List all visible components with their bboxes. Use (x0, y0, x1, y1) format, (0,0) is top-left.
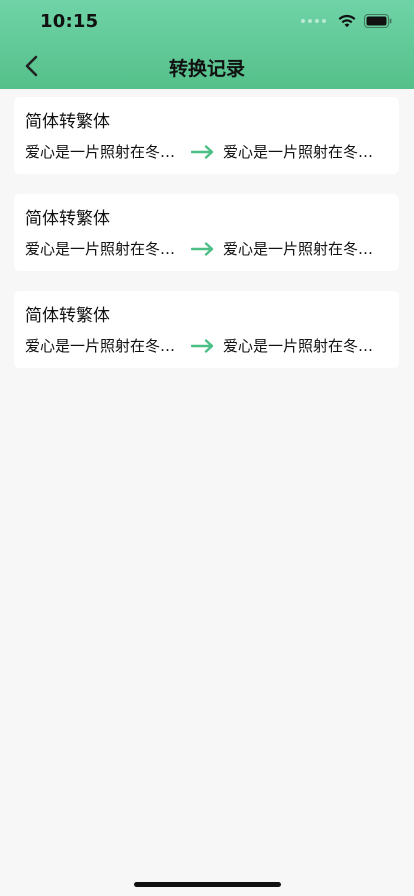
records-list: 简体转繁体 爱心是一片照射在冬… 爱心是一片照射在冬… 简体转繁体 爱心是一片照… (14, 97, 399, 388)
arrow-right-icon (183, 145, 223, 159)
record-card[interactable]: 简体转繁体 爱心是一片照射在冬… 爱心是一片照射在冬… (14, 194, 399, 271)
record-source-text: 爱心是一片照射在冬… (25, 240, 176, 258)
status-bar: 10:15 (0, 0, 414, 44)
battery-icon (364, 14, 392, 28)
record-row: 爱心是一片照射在冬… 爱心是一片照射在冬… (25, 238, 387, 260)
record-title: 简体转繁体 (25, 306, 110, 326)
record-target-text: 爱心是一片照射在冬… (223, 337, 374, 355)
record-card[interactable]: 简体转繁体 爱心是一片照射在冬… 爱心是一片照射在冬… (14, 97, 399, 174)
record-source-text: 爱心是一片照射在冬… (25, 337, 176, 355)
status-time: 10:15 (40, 11, 99, 32)
home-indicator[interactable] (134, 882, 281, 887)
record-source-text: 爱心是一片照射在冬… (25, 143, 176, 161)
signal-icon (301, 19, 326, 23)
record-title: 简体转繁体 (25, 209, 110, 229)
record-row: 爱心是一片照射在冬… 爱心是一片照射在冬… (25, 141, 387, 163)
arrow-right-icon (183, 242, 223, 256)
record-target-text: 爱心是一片照射在冬… (223, 240, 374, 258)
record-row: 爱心是一片照射在冬… 爱心是一片照射在冬… (25, 335, 387, 357)
status-icons (301, 14, 392, 28)
record-title: 简体转繁体 (25, 112, 110, 132)
record-target-text: 爱心是一片照射在冬… (223, 143, 374, 161)
arrow-right-icon (183, 339, 223, 353)
header: 10:15 转换记录 (0, 0, 414, 89)
nav-bar: 转换记录 (0, 44, 414, 89)
wifi-icon (338, 14, 356, 28)
page-title: 转换记录 (168, 58, 245, 80)
record-card[interactable]: 简体转繁体 爱心是一片照射在冬… 爱心是一片照射在冬… (14, 291, 399, 368)
